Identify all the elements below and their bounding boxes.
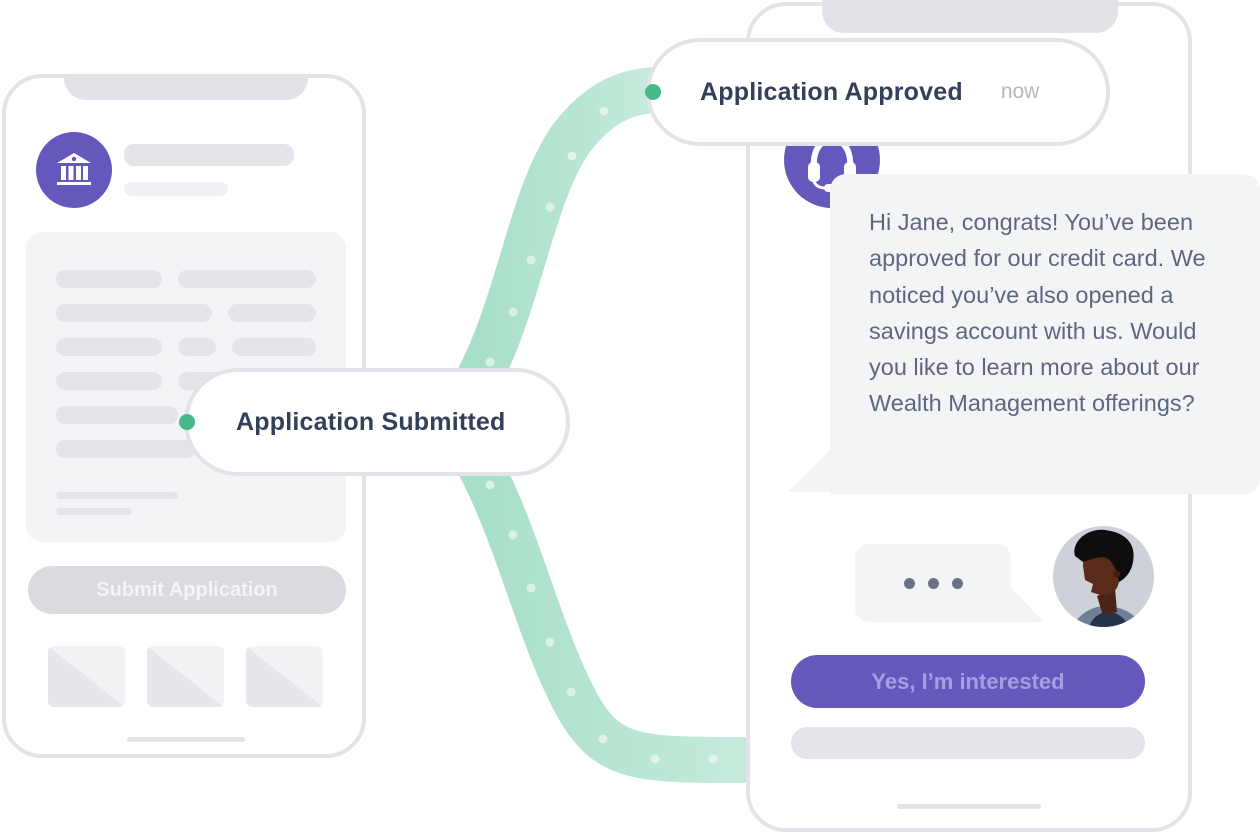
- status-dot-icon: [179, 414, 195, 430]
- form-field: [228, 304, 316, 322]
- header-skeleton-title: [124, 144, 294, 166]
- form-field: [178, 270, 316, 288]
- bank-icon: [57, 153, 91, 185]
- flow-dot: [708, 754, 718, 764]
- flow-dot: [526, 583, 536, 593]
- user-avatar: [1053, 526, 1154, 627]
- person-illustration-icon: [1073, 529, 1143, 627]
- status-application-approved: Application Approved now: [645, 38, 1110, 146]
- form-field: [56, 440, 196, 458]
- flow-dot: [526, 255, 536, 265]
- status-title: Application Approved: [700, 77, 963, 106]
- flow-dot: [485, 480, 495, 490]
- flow-path-lower: [457, 451, 749, 783]
- flow-dot: [508, 307, 518, 317]
- form-field: [178, 338, 216, 356]
- flow-dot: [566, 687, 576, 697]
- flow-dot: [508, 530, 518, 540]
- home-indicator: [127, 737, 245, 742]
- status-dot-icon: [645, 84, 661, 100]
- flow-dot: [659, 417, 669, 427]
- image-placeholder: [246, 646, 323, 707]
- status-application-submitted: Application Submitted: [179, 368, 570, 476]
- form-field: [56, 372, 162, 390]
- header-skeleton-subtitle: [124, 182, 228, 196]
- home-indicator: [897, 804, 1041, 809]
- form-field: [232, 338, 316, 356]
- agent-bubble-tail: [788, 448, 832, 492]
- flow-dot: [650, 754, 660, 764]
- image-placeholder: [147, 646, 224, 707]
- flow-dot: [545, 637, 555, 647]
- form-note-line: [56, 508, 132, 515]
- flow-dot: [596, 417, 606, 427]
- status-timestamp: now: [1000, 80, 1040, 103]
- flow-path-to-approved: [457, 67, 661, 391]
- form-field: [56, 304, 212, 322]
- ellipsis-icon: [903, 577, 915, 589]
- yes-interested-button[interactable]: Yes, I’m interested: [791, 655, 1145, 708]
- secondary-option-placeholder[interactable]: [791, 727, 1145, 759]
- phone-notch: [64, 74, 308, 100]
- image-placeholder: [48, 646, 125, 707]
- form-note-line: [56, 492, 178, 499]
- flow-dot: [598, 734, 608, 744]
- agent-message-text: Hi Jane, congrats! You’ve been approved …: [869, 209, 1206, 417]
- flow-dot: [545, 202, 555, 212]
- flow-dot: [485, 357, 495, 367]
- status-title: Application Submitted: [236, 407, 506, 436]
- ellipsis-icon: [927, 577, 939, 589]
- phone-notch: [822, 0, 1118, 33]
- bank-avatar: [36, 132, 112, 208]
- flow-dot: [715, 417, 725, 427]
- form-field: [56, 406, 178, 424]
- submit-application-button[interactable]: Submit Application: [28, 566, 346, 614]
- form-field: [56, 338, 162, 356]
- ellipsis-icon: [951, 577, 963, 589]
- flow-dot: [567, 151, 577, 161]
- typing-indicator: [855, 544, 1011, 622]
- flow-dot: [599, 106, 609, 116]
- form-field: [56, 270, 162, 288]
- typing-bubble-tail: [1008, 584, 1044, 622]
